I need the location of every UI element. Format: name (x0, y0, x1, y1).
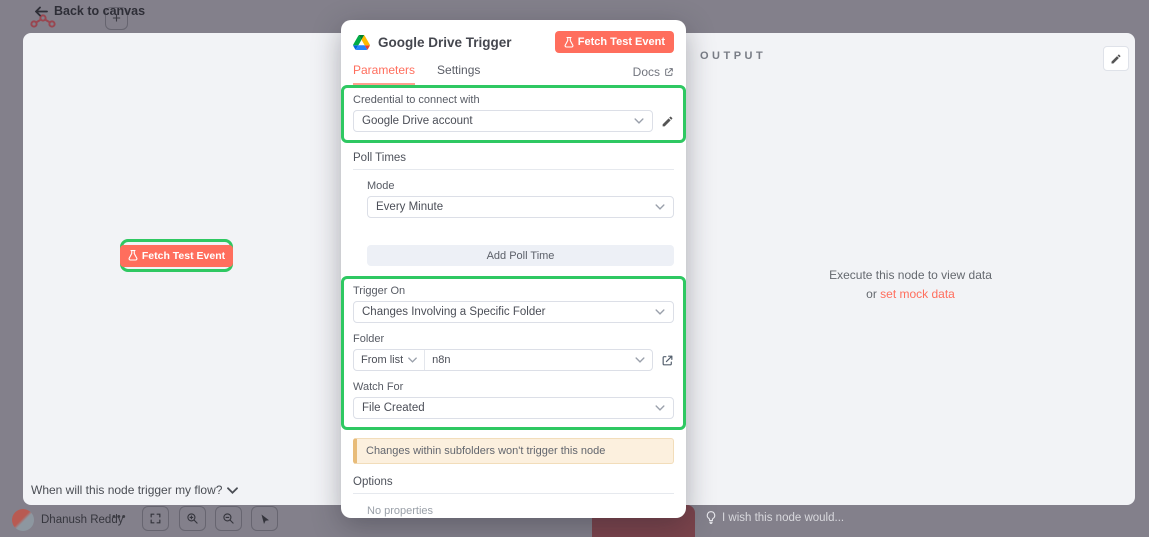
folder-value-select[interactable]: n8n (425, 350, 652, 370)
mode-value: Every Minute (376, 201, 655, 213)
folder-mode-value: From list (361, 354, 403, 366)
trigger-on-select[interactable]: Changes Involving a Specific Folder (353, 301, 674, 323)
question-label: When will this node trigger my flow? (31, 483, 222, 497)
fetch-test-event-label: Fetch Test Event (142, 250, 225, 262)
pencil-icon (1110, 53, 1122, 65)
node-trigger-question[interactable]: When will this node trigger my flow? (31, 483, 238, 497)
docs-link[interactable]: Docs (633, 65, 674, 79)
mode-select[interactable]: Every Minute (367, 196, 674, 218)
credential-select[interactable]: Google Drive account (353, 110, 653, 132)
zoom-to-fit-button[interactable] (142, 506, 169, 531)
external-link-icon (664, 67, 674, 77)
poll-times-section-label: Poll Times (353, 152, 674, 170)
fetch-test-event-highlight: Fetch Test Event (120, 239, 233, 272)
chevron-down-icon (227, 487, 238, 494)
set-mock-data-link[interactable]: set mock data (880, 287, 955, 301)
tab-settings[interactable]: Settings (437, 58, 480, 85)
lightbulb-icon (706, 511, 716, 524)
back-to-canvas-label: Back to canvas (54, 4, 145, 18)
mode-label: Mode (367, 180, 674, 192)
fetch-test-event-label: Fetch Test Event (578, 36, 665, 48)
zoom-out-icon (222, 512, 235, 525)
folder-resource-locator: From list n8n (353, 349, 653, 371)
zoom-in-button[interactable] (179, 506, 206, 531)
trigger-on-value: Changes Involving a Specific Folder (362, 306, 655, 318)
output-empty-line1: Execute this node to view data (686, 266, 1135, 285)
credential-label: Credential to connect with (353, 94, 674, 106)
chevron-down-icon (634, 118, 644, 124)
modal-header: Google Drive Trigger Fetch Test Event (341, 20, 686, 58)
docs-label: Docs (633, 65, 660, 79)
modal-tabs: Parameters Settings Docs (341, 58, 686, 85)
zoom-to-fit-icon (149, 512, 162, 525)
pointer-mode-button[interactable] (251, 506, 278, 531)
open-folder-external-icon[interactable] (661, 354, 674, 367)
user-menu-dots[interactable]: ••• (112, 511, 127, 523)
subfolder-warning: Changes within subfolders won't trigger … (353, 438, 674, 464)
fetch-test-event-button-modal[interactable]: Fetch Test Event (555, 31, 674, 53)
chevron-down-icon (408, 357, 417, 363)
options-section-label: Options (353, 476, 674, 494)
google-drive-icon (353, 35, 370, 50)
trigger-section-highlight: Trigger On Changes Involving a Specific … (341, 276, 686, 430)
folder-mode-select[interactable]: From list (354, 350, 424, 370)
edit-output-button[interactable] (1103, 46, 1129, 71)
edit-credential-icon[interactable] (661, 115, 674, 128)
cursor-pointer-icon (259, 513, 271, 525)
feature-wish-prompt[interactable]: I wish this node would... (706, 511, 844, 524)
wish-label: I wish this node would... (722, 512, 844, 524)
output-empty-state: Execute this node to view data or set mo… (686, 266, 1135, 303)
add-poll-time-button[interactable]: Add Poll Time (367, 245, 674, 266)
arrow-left-icon (35, 6, 48, 17)
chevron-down-icon (655, 309, 665, 315)
credential-value: Google Drive account (362, 115, 634, 127)
output-panel-title: OUTPUT (700, 50, 766, 62)
zoom-in-icon (186, 512, 199, 525)
new-tab-button[interactable]: + (105, 7, 128, 30)
watch-for-select[interactable]: File Created (353, 397, 674, 419)
no-properties-text: No properties (367, 505, 674, 517)
chevron-down-icon (635, 357, 645, 363)
output-empty-prefix: or (866, 287, 877, 301)
chevron-down-icon (655, 405, 665, 411)
flask-icon (564, 37, 574, 48)
watch-for-label: Watch For (353, 381, 674, 393)
chevron-down-icon (655, 204, 665, 210)
fetch-test-event-button-canvas[interactable]: Fetch Test Event (120, 245, 233, 267)
folder-value: n8n (432, 354, 630, 366)
modal-title: Google Drive Trigger (378, 35, 512, 50)
credential-highlight: Credential to connect with Google Drive … (341, 85, 686, 143)
zoom-out-button[interactable] (215, 506, 242, 531)
trigger-on-label: Trigger On (353, 285, 674, 297)
watch-for-value: File Created (362, 402, 655, 414)
back-to-canvas-button[interactable]: Back to canvas (35, 4, 145, 18)
flask-icon (128, 250, 138, 261)
user-avatar[interactable] (12, 509, 34, 531)
node-settings-modal: Google Drive Trigger Fetch Test Event Pa… (341, 20, 686, 518)
tab-parameters[interactable]: Parameters (353, 58, 415, 85)
folder-label: Folder (353, 333, 674, 345)
